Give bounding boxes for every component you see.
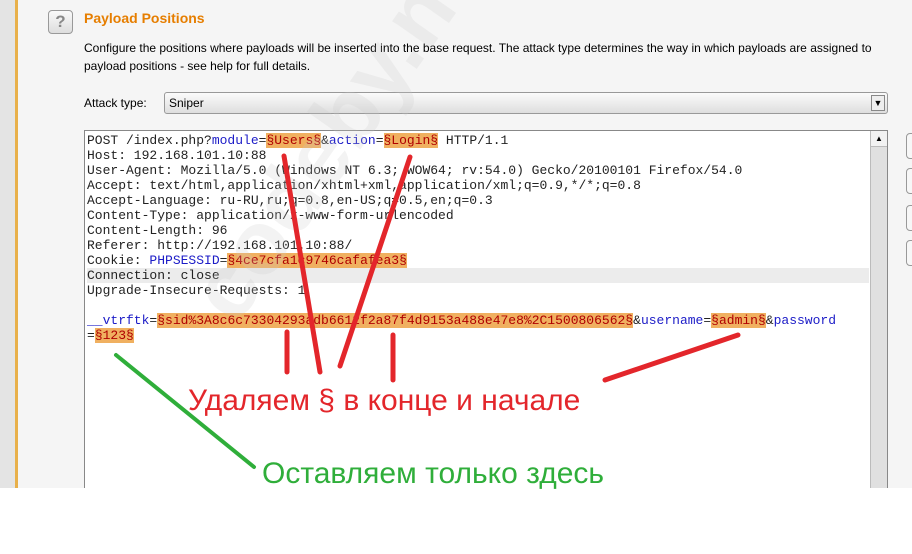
red-arrow-login (337, 154, 413, 369)
red-annotation-text: Удаляем § в конце и начале (188, 384, 581, 417)
red-arrow-admin (602, 332, 741, 383)
green-annotation-text: Оставляем только здесь (262, 457, 605, 490)
